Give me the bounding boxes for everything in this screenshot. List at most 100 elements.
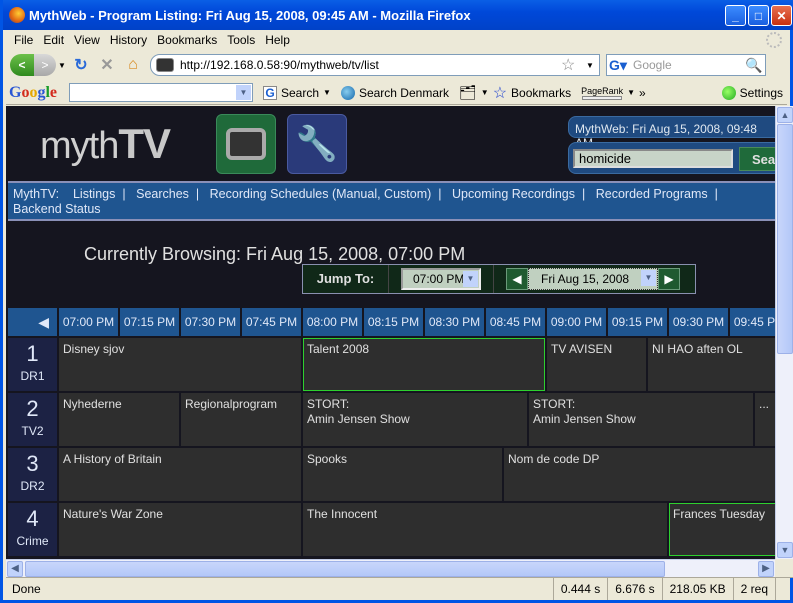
next-day-button[interactable]: ▶	[658, 268, 680, 290]
menu-upcoming-recordings[interactable]: Upcoming Recordings	[452, 187, 575, 201]
menu-file[interactable]: File	[11, 33, 40, 47]
url-bar[interactable]: http://192.168.0.58:90/mythweb/tv/list ☆…	[150, 54, 600, 76]
program-title: TV AVISEN	[551, 342, 613, 356]
menu-tools[interactable]: Tools	[224, 33, 262, 47]
scroll-up-icon[interactable]: ▲	[777, 107, 793, 123]
menu-edit[interactable]: Edit	[40, 33, 71, 47]
time-slot[interactable]: 09:45 PM	[730, 308, 775, 336]
reload-icon[interactable]: ↻	[68, 55, 94, 75]
settings-tools-icon[interactable]: 🔧	[287, 114, 347, 174]
menu-help[interactable]: Help	[262, 33, 297, 47]
program-cell[interactable]: Talent 2008	[303, 338, 545, 391]
minimize-button[interactable]: _	[725, 5, 746, 26]
program-cell[interactable]: A History of Britain	[59, 448, 301, 501]
time-slot[interactable]: 08:00 PM	[303, 308, 362, 336]
time-slot[interactable]: 07:00 PM	[59, 308, 118, 336]
more-chevron-icon[interactable]: »	[639, 86, 646, 100]
menu-backend-status[interactable]: Backend Status	[13, 202, 101, 216]
status-time-1: 0.444 s	[552, 578, 607, 600]
time-select[interactable]: 07:00 PM ▼	[401, 268, 481, 290]
search-input[interactable]: Google	[633, 58, 745, 72]
horizontal-scroll-thumb[interactable]	[25, 561, 665, 577]
menu-listings[interactable]: Listings	[73, 187, 115, 201]
maximize-button[interactable]: □	[748, 5, 769, 26]
horizontal-scrollbar[interactable]: ◀ ▶	[6, 559, 775, 577]
time-slot[interactable]: 08:45 PM	[486, 308, 545, 336]
date-select[interactable]: Fri Aug 15, 2008 ▼	[528, 268, 658, 290]
channel-label[interactable]: 4 Crime	[8, 503, 57, 556]
globe-icon	[340, 85, 355, 100]
program-cell[interactable]: STORT: Amin Jensen Show	[529, 393, 753, 446]
url-dropdown-icon[interactable]: ▼	[581, 61, 599, 70]
chevron-down-icon[interactable]: ▼	[641, 270, 656, 286]
vertical-scrollbar[interactable]: ▲ ▼	[775, 106, 793, 559]
menu-recording-schedules[interactable]: Recording Schedules (Manual, Custom)	[210, 187, 432, 201]
scroll-down-icon[interactable]: ▼	[777, 542, 793, 558]
channel-number: 3	[26, 451, 39, 476]
program-cell[interactable]: Nom de code DP	[504, 448, 775, 501]
forward-button[interactable]: >	[34, 54, 56, 76]
browser-window: MythWeb - Program Listing: Fri Aug 15, 2…	[0, 0, 793, 603]
menu-recorded-programs[interactable]: Recorded Programs	[596, 187, 708, 201]
time-slot[interactable]: 08:15 PM	[364, 308, 423, 336]
bookmarks-button[interactable]: 🗂 ▼ ☆ Bookmarks	[459, 83, 571, 103]
menu-bookmarks[interactable]: Bookmarks	[154, 33, 224, 47]
time-slot[interactable]: 07:15 PM	[120, 308, 179, 336]
vertical-scroll-thumb[interactable]	[777, 124, 793, 354]
program-cell[interactable]: Frances Tuesday	[669, 503, 775, 556]
time-slot[interactable]: 09:00 PM	[547, 308, 606, 336]
time-slot[interactable]: 07:45 PM	[242, 308, 301, 336]
mythtv-logo[interactable]: mythTV	[40, 120, 171, 168]
menu-searches[interactable]: Searches	[136, 187, 189, 201]
settings-button[interactable]: Settings	[721, 85, 783, 100]
google-search-button[interactable]: G Search ▼	[263, 85, 331, 100]
history-dropdown-icon[interactable]: ▼	[56, 61, 68, 70]
channel-row: 1 DR1 Disney sjov Talent 2008 TV AVISEN NI HA…	[8, 338, 775, 391]
program-cell[interactable]: Nyhederne	[59, 393, 179, 446]
menu-history[interactable]: History	[107, 33, 154, 47]
time-slot[interactable]: 07:30 PM	[181, 308, 240, 336]
scroll-right-icon[interactable]: ▶	[758, 561, 774, 577]
search-box[interactable]: G▾ Google 🔍	[606, 54, 766, 76]
google-search-input[interactable]: ▼	[69, 83, 253, 102]
program-cell[interactable]: Nature's War Zone	[59, 503, 301, 556]
program-search-input[interactable]: homicide	[573, 149, 733, 168]
home-icon[interactable]: ⌂	[120, 56, 146, 74]
channel-label[interactable]: 3 DR2	[8, 448, 57, 501]
channel-label[interactable]: 2 TV2	[8, 393, 57, 446]
program-cell[interactable]: NI HAO aften OL	[648, 338, 775, 391]
search-button[interactable]: Search	[739, 147, 775, 171]
time-slot[interactable]: 08:30 PM	[425, 308, 484, 336]
channel-label[interactable]: 1 DR1	[8, 338, 57, 391]
search-denmark-button[interactable]: Search Denmark	[340, 85, 449, 100]
program-title: Nature's War Zone	[63, 507, 163, 521]
back-button[interactable]: <	[10, 54, 34, 76]
time-slot[interactable]: 09:30 PM	[669, 308, 728, 336]
bookmark-star-icon[interactable]: ☆	[561, 55, 581, 75]
chevron-down-icon[interactable]: ▼	[463, 271, 478, 287]
time-slot[interactable]: 09:15 PM	[608, 308, 667, 336]
navigation-toolbar: < > ▼ ↻ ✕ ⌂ http://192.168.0.58:90/mythw…	[6, 51, 787, 79]
program-cell[interactable]: Regionalprogram	[181, 393, 301, 446]
search-engine-icon[interactable]: G▾	[607, 55, 633, 75]
mythweb-search-panel: homicide Search	[568, 142, 775, 174]
bookmarks-label: Bookmarks	[511, 85, 572, 100]
scroll-left-icon[interactable]: ◀	[7, 561, 23, 577]
program-cell[interactable]: Disney sjov	[59, 338, 301, 391]
pagerank-indicator[interactable]: PageRank ▼»	[581, 86, 646, 100]
program-cell[interactable]: STORT: Amin Jensen Show	[303, 393, 527, 446]
close-button[interactable]: ✕	[771, 5, 792, 26]
earlier-arrow-icon[interactable]: ◀	[8, 308, 57, 336]
prev-day-button[interactable]: ◀	[506, 268, 528, 290]
url-input[interactable]: http://192.168.0.58:90/mythweb/tv/list	[180, 58, 561, 72]
chevron-down-icon[interactable]: ▼	[236, 85, 251, 100]
menu-view[interactable]: View	[71, 33, 107, 47]
program-cell[interactable]: The Innocent	[303, 503, 667, 556]
program-cell[interactable]: TV AVISEN	[547, 338, 646, 391]
program-cell[interactable]: ...	[755, 393, 775, 446]
tv-icon[interactable]	[216, 114, 276, 174]
program-cell[interactable]: Spooks	[303, 448, 502, 501]
page-content: mythTV 🔧 MythWeb: Fri Aug 15, 2008, 09:4…	[6, 106, 775, 559]
stop-icon[interactable]: ✕	[94, 55, 120, 75]
magnifier-icon[interactable]: 🔍	[745, 57, 765, 74]
